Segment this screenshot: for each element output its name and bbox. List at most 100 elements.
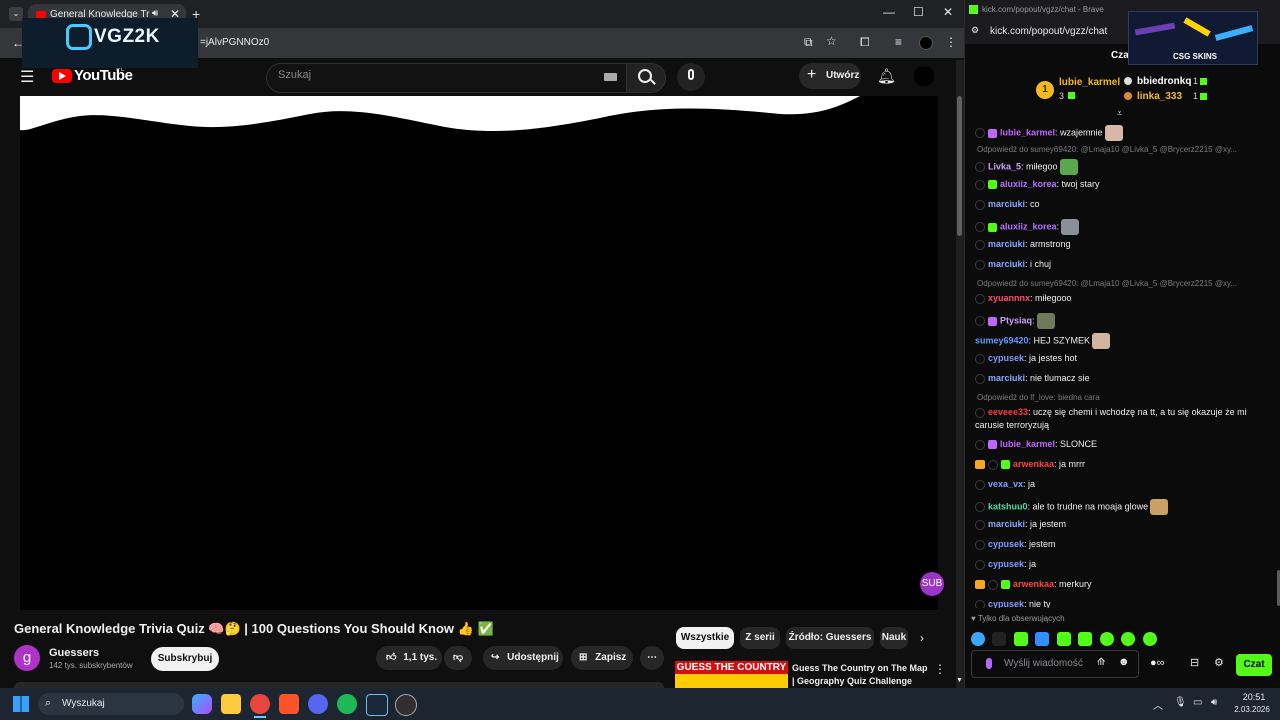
reply-context[interactable]: Odpowiedź do lf_love: biedna cara: [977, 393, 1273, 402]
chat-message[interactable]: cypusek: ja jestes hot: [975, 353, 1275, 364]
chrome-icon[interactable]: [250, 694, 270, 714]
chat-message-input[interactable]: Wyślij wiadomość ⟰ ☻: [971, 650, 1139, 678]
emote-3[interactable]: [1013, 631, 1028, 646]
address-url[interactable]: =jAlvPGNNOz0: [200, 37, 269, 48]
keyboard-icon[interactable]: [604, 73, 617, 81]
voice-search-button[interactable]: [677, 63, 705, 91]
obs-icon[interactable]: [395, 694, 417, 716]
subscribe-button[interactable]: Subskrybuj: [151, 647, 219, 671]
more-actions-button[interactable]: ⋯: [640, 646, 664, 670]
recommended-video-title[interactable]: Guess The Country on The Map | Geography…: [792, 662, 932, 688]
reply-context[interactable]: Odpowiedź do sumey69420: @Lmaja10 @Livka…: [977, 279, 1273, 288]
sub-badge[interactable]: SUB: [920, 572, 944, 596]
chat-username[interactable]: lubie_karmel: [1000, 439, 1055, 449]
hamburger-menu-icon[interactable]: ☰: [20, 67, 34, 87]
windows-start-icon[interactable]: [13, 696, 29, 712]
chat-message[interactable]: Livka_5: miłegoo: [975, 159, 1275, 175]
channel-points-icon[interactable]: ●∞: [1150, 657, 1165, 669]
site-settings-icon[interactable]: ⚙: [971, 25, 979, 36]
chat-username[interactable]: katshuu0: [988, 501, 1028, 511]
chat-message[interactable]: arwenkaa: merkury: [975, 579, 1275, 590]
emote-1[interactable]: [971, 631, 985, 646]
tray-overflow-icon[interactable]: ︿: [1153, 697, 1163, 712]
notifications-bell-icon[interactable]: 🔔︎: [877, 67, 896, 85]
search-input[interactable]: [266, 63, 628, 93]
emote-bar[interactable]: [971, 630, 1161, 664]
close-window-icon[interactable]: ✕: [943, 5, 953, 19]
emote-4[interactable]: [1035, 631, 1050, 646]
chat-username[interactable]: marciuki: [988, 239, 1025, 249]
tray-network-icon[interactable]: 🔊︎: [1211, 697, 1217, 708]
chat-message[interactable]: sumey69420: HEJ SZYMEK: [975, 333, 1275, 349]
chat-message[interactable]: marciuki: nie tlumacz sie: [975, 373, 1275, 384]
chat-username[interactable]: marciuki: [988, 259, 1025, 269]
scroll-down-arrow-icon[interactable]: ▼: [956, 677, 963, 684]
chat-message[interactable]: eeveee33: uczę się chemi i wchodzę na tt…: [975, 407, 1275, 418]
chat-username[interactable]: sumey69420: [975, 335, 1029, 345]
chip-series[interactable]: Z serii: [740, 627, 780, 649]
emote-9[interactable]: [1142, 631, 1157, 646]
tab-list-button[interactable]: ⌄: [9, 7, 23, 21]
extensions-icon[interactable]: ⧠: [860, 35, 870, 50]
maximize-icon[interactable]: ☐: [913, 5, 924, 19]
gifter-name-3[interactable]: linka_333: [1137, 91, 1182, 102]
chips-next-icon[interactable]: ›: [920, 631, 924, 645]
emote-8[interactable]: [1121, 631, 1136, 646]
chat-message[interactable]: arwenkaa: ja mrrr: [975, 459, 1275, 470]
chat-message[interactable]: katshuu0: ale to trudne na moaja glowe: [975, 499, 1275, 515]
file-explorer-icon[interactable]: [221, 694, 241, 714]
recommended-more-icon[interactable]: ⋮: [934, 662, 946, 676]
chat-username[interactable]: arwenkaa: [1013, 459, 1054, 469]
emoji-icon[interactable]: ☻: [1118, 656, 1130, 668]
chat-username[interactable]: cypusek: [988, 353, 1024, 363]
browser-menu-icon[interactable]: ⋮: [945, 35, 957, 49]
chat-message[interactable]: xyuannnx: miłegooo: [975, 293, 1275, 304]
dislike-button[interactable]: 👎︎: [444, 646, 472, 670]
copilot-icon[interactable]: [192, 694, 212, 714]
chat-username[interactable]: marciuki: [988, 373, 1025, 383]
chat-username[interactable]: aluxiiz_korea: [1000, 179, 1057, 189]
chat-send-button[interactable]: Czat: [1236, 654, 1272, 676]
chat-message[interactable]: cypusek: ja: [975, 559, 1275, 570]
chip-science[interactable]: Nauk: [880, 627, 908, 649]
video-player[interactable]: [20, 96, 938, 610]
chat-message[interactable]: marciuki: ja jestem: [975, 519, 1275, 530]
taskbar-time[interactable]: 20:51: [1233, 692, 1275, 702]
tray-mic-icon[interactable]: 🎙︎: [1174, 697, 1187, 708]
media-control-icon[interactable]: ≡: [895, 35, 902, 49]
minimize-icon[interactable]: —: [883, 5, 895, 19]
brave-icon[interactable]: [279, 694, 299, 714]
save-button[interactable]: ⊞ Zapisz: [571, 646, 633, 670]
profile-avatar[interactable]: [919, 36, 933, 50]
chat-username[interactable]: vexa_vx: [988, 479, 1023, 489]
collapse-gifters-icon[interactable]: ⩡: [1117, 108, 1122, 119]
taskbar-search[interactable]: ⌕ Wyszukaj: [38, 693, 184, 715]
chat-username[interactable]: eeveee33: [988, 407, 1028, 417]
chat-url[interactable]: kick.com/popout/vgzz/chat: [990, 26, 1107, 37]
chat-message-list[interactable]: lubie_karmel: wzajemnie Odpowiedź do sume…: [965, 120, 1280, 608]
chat-mic-icon[interactable]: [986, 658, 992, 669]
gift-subs-icon[interactable]: ⊟: [1190, 656, 1199, 669]
reply-context[interactable]: Odpowiedź do sumey69420: @Lmaja10 @Livka…: [977, 145, 1273, 154]
chat-message[interactable]: lubie_karmel: SLONCE: [975, 439, 1275, 450]
emote-6[interactable]: [1078, 631, 1093, 646]
chat-username[interactable]: marciuki: [988, 199, 1025, 209]
emote-7[interactable]: [1099, 631, 1114, 646]
chat-message[interactable]: Ptysiaq:: [975, 313, 1275, 329]
chat-username[interactable]: marciuki: [988, 519, 1025, 529]
like-button[interactable]: 👍︎ 1,1 tys.: [376, 646, 442, 670]
discord-icon[interactable]: [308, 694, 328, 714]
chat-username[interactable]: cypusek: [988, 599, 1024, 608]
chat-message[interactable]: cypusek: jestem: [975, 539, 1275, 550]
chat-username[interactable]: Livka_5: [988, 161, 1021, 171]
spotify-icon[interactable]: [337, 694, 357, 714]
taskbar-date[interactable]: 2.03.2026: [1229, 705, 1275, 714]
chat-message[interactable]: lubie_karmel: wzajemnie: [975, 125, 1275, 141]
chat-settings-icon[interactable]: ⚙: [1214, 656, 1224, 669]
emote-2[interactable]: [992, 631, 1007, 646]
chat-message[interactable]: aluxiiz_korea: twoj stary: [975, 179, 1275, 190]
chat-message[interactable]: aluxiiz_korea:: [975, 219, 1275, 235]
channel-avatar[interactable]: g: [14, 645, 40, 671]
chat-username[interactable]: cypusek: [988, 539, 1024, 549]
chip-all[interactable]: Wszystkie: [676, 627, 734, 649]
